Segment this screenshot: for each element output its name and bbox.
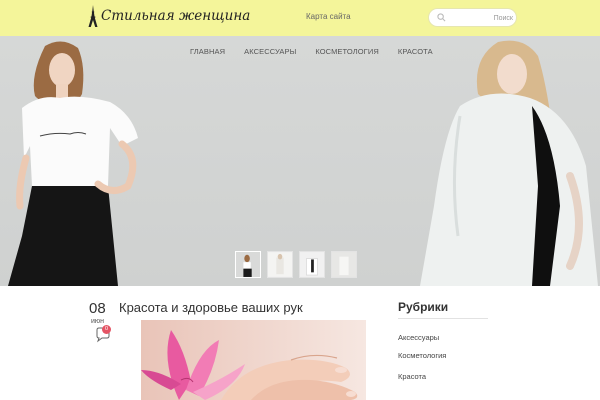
nav-item-accessories[interactable]: АКСЕССУАРЫ — [244, 47, 296, 56]
category-link-accessories[interactable]: Аксессуары — [398, 333, 439, 342]
post-featured-image[interactable] — [141, 320, 366, 400]
comment-count-badge: 0 — [102, 325, 111, 334]
search-icon[interactable] — [437, 13, 446, 22]
slider-thumb-4[interactable] — [331, 251, 357, 278]
sidebar-title: Рубрики — [398, 300, 449, 314]
nav-item-cosmetology[interactable]: КОСМЕТОЛОГИЯ — [315, 47, 379, 56]
slider-thumb-3[interactable] — [299, 251, 325, 278]
site-name: Стильная женщина — [101, 8, 251, 24]
main-nav: ГЛАВНАЯ АКСЕССУАРЫ КОСМЕТОЛОГИЯ КРАСОТА — [190, 47, 452, 56]
slider-thumbnails — [235, 251, 357, 278]
category-link-cosmetology[interactable]: Косметология — [398, 351, 446, 360]
sidebar-divider — [398, 318, 488, 319]
site-logo[interactable]: Стильная женщина — [88, 5, 250, 27]
header-bar: Стильная женщина Карта сайта — [0, 0, 600, 36]
eiffel-tower-icon — [88, 5, 98, 27]
search-box[interactable] — [428, 8, 517, 27]
hero-model-left-image — [8, 41, 138, 286]
hero-model-right-image — [420, 40, 598, 286]
post-date-month: июн — [91, 318, 105, 325]
slider-thumb-1[interactable] — [235, 251, 261, 278]
post-date-day: 08 — [89, 300, 106, 317]
post-title[interactable]: Красота и здоровье ваших рук — [119, 300, 303, 315]
nav-item-beauty[interactable]: КРАСОТА — [398, 47, 433, 56]
nav-item-home[interactable]: ГЛАВНАЯ — [190, 47, 225, 56]
category-link-beauty[interactable]: Красота — [398, 372, 426, 381]
slider-thumb-2[interactable] — [267, 251, 293, 278]
hero-slider: ГЛАВНАЯ АКСЕССУАРЫ КОСМЕТОЛОГИЯ КРАСОТА — [0, 36, 600, 286]
sitemap-link[interactable]: Карта сайта — [306, 12, 351, 21]
search-input[interactable] — [451, 11, 513, 25]
